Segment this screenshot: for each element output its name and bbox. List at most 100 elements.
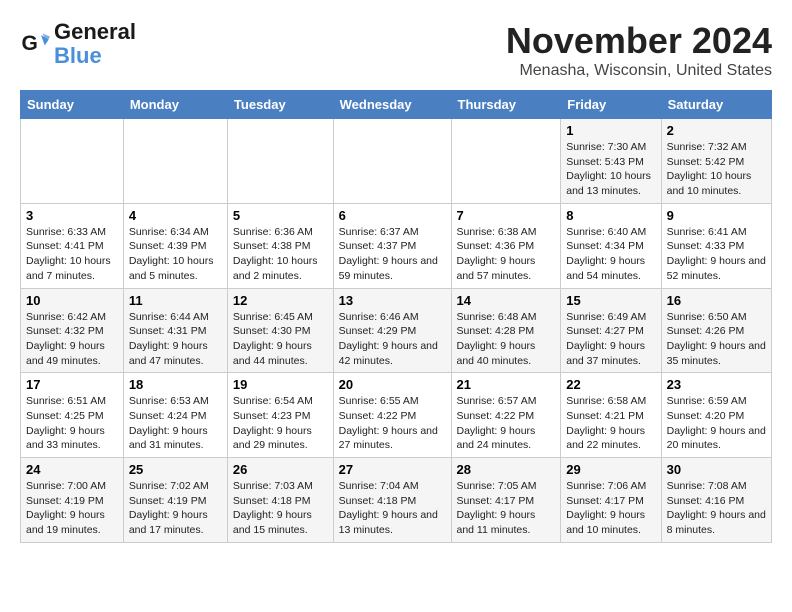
calendar-cell: 12 Sunrise: 6:45 AM Sunset: 4:30 PM Dayli… (227, 288, 333, 373)
day-info: Sunrise: 6:33 AM Sunset: 4:41 PM Dayligh… (26, 225, 118, 284)
day-info: Sunrise: 7:00 AM Sunset: 4:19 PM Dayligh… (26, 479, 118, 538)
day-info: Sunrise: 6:42 AM Sunset: 4:32 PM Dayligh… (26, 310, 118, 369)
day-number: 1 (566, 123, 655, 138)
day-number: 10 (26, 293, 118, 308)
calendar-cell: 11 Sunrise: 6:44 AM Sunset: 4:31 PM Dayli… (123, 288, 227, 373)
day-info: Sunrise: 6:53 AM Sunset: 4:24 PM Dayligh… (129, 394, 222, 453)
day-number: 26 (233, 462, 328, 477)
day-info: Sunrise: 6:36 AM Sunset: 4:38 PM Dayligh… (233, 225, 328, 284)
day-info: Sunrise: 6:58 AM Sunset: 4:21 PM Dayligh… (566, 394, 655, 453)
calendar-cell: 6Sunrise: 6:37 AM Sunset: 4:37 PM Daylig… (333, 203, 451, 288)
calendar-cell: 7Sunrise: 6:38 AM Sunset: 4:36 PM Daylig… (451, 203, 561, 288)
day-number: 21 (457, 377, 556, 392)
day-number: 17 (26, 377, 118, 392)
calendar-cell (21, 119, 124, 204)
calendar-cell: 23Sunrise: 6:59 AM Sunset: 4:20 PM Dayli… (661, 373, 771, 458)
day-number: 20 (339, 377, 446, 392)
weekday-header-saturday: Saturday (661, 91, 771, 119)
day-info: Sunrise: 6:40 AM Sunset: 4:34 PM Dayligh… (566, 225, 655, 284)
day-info: Sunrise: 6:57 AM Sunset: 4:22 PM Dayligh… (457, 394, 556, 453)
day-info: Sunrise: 6:44 AM Sunset: 4:31 PM Dayligh… (129, 310, 222, 369)
location-subtitle: Menasha, Wisconsin, United States (506, 62, 772, 80)
weekday-header-thursday: Thursday (451, 91, 561, 119)
weekday-header-friday: Friday (561, 91, 661, 119)
svg-text:G: G (22, 32, 38, 55)
calendar-cell: 1 Sunrise: 7:30 AM Sunset: 5:43 PM Daylig… (561, 119, 661, 204)
day-number: 24 (26, 462, 118, 477)
day-number: 12 (233, 293, 328, 308)
calendar-cell: 27 Sunrise: 7:04 AM Sunset: 4:18 PM Dayli… (333, 458, 451, 543)
logo-icon: G (20, 29, 50, 59)
calendar-cell: 19 Sunrise: 6:54 AM Sunset: 4:23 PM Dayli… (227, 373, 333, 458)
calendar-week-row: 3Sunrise: 6:33 AM Sunset: 4:41 PM Daylig… (21, 203, 772, 288)
day-info: Sunrise: 7:08 AM Sunset: 4:16 PM Dayligh… (667, 479, 766, 538)
day-info: Sunrise: 7:32 AM Sunset: 5:42 PM Dayligh… (667, 140, 766, 199)
day-info: Sunrise: 6:46 AM Sunset: 4:29 PM Dayligh… (339, 310, 446, 369)
day-info: Sunrise: 6:49 AM Sunset: 4:27 PM Dayligh… (566, 310, 655, 369)
calendar-cell (123, 119, 227, 204)
title-area: November 2024 Menasha, Wisconsin, United… (506, 20, 772, 80)
calendar-week-row: 17 Sunrise: 6:51 AM Sunset: 4:25 PM Dayli… (21, 373, 772, 458)
day-number: 15 (566, 293, 655, 308)
calendar-cell: 16 Sunrise: 6:50 AM Sunset: 4:26 PM Dayli… (661, 288, 771, 373)
calendar-cell: 3Sunrise: 6:33 AM Sunset: 4:41 PM Daylig… (21, 203, 124, 288)
calendar-cell: 20Sunrise: 6:55 AM Sunset: 4:22 PM Dayli… (333, 373, 451, 458)
calendar-cell: 18Sunrise: 6:53 AM Sunset: 4:24 PM Dayli… (123, 373, 227, 458)
page-header: G GeneralBlue November 2024 Menasha, Wis… (20, 20, 772, 80)
calendar-cell: 25Sunrise: 7:02 AM Sunset: 4:19 PM Dayli… (123, 458, 227, 543)
calendar-cell: 10 Sunrise: 6:42 AM Sunset: 4:32 PM Dayli… (21, 288, 124, 373)
day-info: Sunrise: 7:04 AM Sunset: 4:18 PM Dayligh… (339, 479, 446, 538)
day-info: Sunrise: 6:45 AM Sunset: 4:30 PM Dayligh… (233, 310, 328, 369)
logo: G GeneralBlue (20, 20, 136, 68)
calendar-cell: 15 Sunrise: 6:49 AM Sunset: 4:27 PM Dayli… (561, 288, 661, 373)
day-number: 19 (233, 377, 328, 392)
day-info: Sunrise: 6:41 AM Sunset: 4:33 PM Dayligh… (667, 225, 766, 284)
day-number: 7 (457, 208, 556, 223)
day-info: Sunrise: 6:37 AM Sunset: 4:37 PM Dayligh… (339, 225, 446, 284)
calendar-cell: 5 Sunrise: 6:36 AM Sunset: 4:38 PM Daylig… (227, 203, 333, 288)
day-number: 14 (457, 293, 556, 308)
day-number: 4 (129, 208, 222, 223)
day-number: 13 (339, 293, 446, 308)
weekday-header-monday: Monday (123, 91, 227, 119)
calendar-week-row: 24 Sunrise: 7:00 AM Sunset: 4:19 PM Dayli… (21, 458, 772, 543)
weekday-header-tuesday: Tuesday (227, 91, 333, 119)
calendar-cell: 14Sunrise: 6:48 AM Sunset: 4:28 PM Dayli… (451, 288, 561, 373)
day-number: 29 (566, 462, 655, 477)
day-info: Sunrise: 6:50 AM Sunset: 4:26 PM Dayligh… (667, 310, 766, 369)
day-number: 11 (129, 293, 222, 308)
calendar-cell: 17 Sunrise: 6:51 AM Sunset: 4:25 PM Dayli… (21, 373, 124, 458)
day-number: 25 (129, 462, 222, 477)
calendar-week-row: 10 Sunrise: 6:42 AM Sunset: 4:32 PM Dayli… (21, 288, 772, 373)
calendar-cell: 8 Sunrise: 6:40 AM Sunset: 4:34 PM Daylig… (561, 203, 661, 288)
day-info: Sunrise: 6:54 AM Sunset: 4:23 PM Dayligh… (233, 394, 328, 453)
weekday-header-wednesday: Wednesday (333, 91, 451, 119)
month-title: November 2024 (506, 20, 772, 62)
calendar-cell: 29 Sunrise: 7:06 AM Sunset: 4:17 PM Dayli… (561, 458, 661, 543)
calendar-cell: 4Sunrise: 6:34 AM Sunset: 4:39 PM Daylig… (123, 203, 227, 288)
day-info: Sunrise: 7:30 AM Sunset: 5:43 PM Dayligh… (566, 140, 655, 199)
calendar-cell: 9 Sunrise: 6:41 AM Sunset: 4:33 PM Daylig… (661, 203, 771, 288)
day-info: Sunrise: 7:06 AM Sunset: 4:17 PM Dayligh… (566, 479, 655, 538)
day-info: Sunrise: 6:51 AM Sunset: 4:25 PM Dayligh… (26, 394, 118, 453)
calendar-cell: 30 Sunrise: 7:08 AM Sunset: 4:16 PM Dayli… (661, 458, 771, 543)
calendar-cell: 22 Sunrise: 6:58 AM Sunset: 4:21 PM Dayli… (561, 373, 661, 458)
day-number: 2 (667, 123, 766, 138)
day-number: 28 (457, 462, 556, 477)
calendar-cell (451, 119, 561, 204)
day-number: 8 (566, 208, 655, 223)
day-number: 16 (667, 293, 766, 308)
day-info: Sunrise: 7:03 AM Sunset: 4:18 PM Dayligh… (233, 479, 328, 538)
calendar-table: SundayMondayTuesdayWednesdayThursdayFrid… (20, 90, 772, 543)
day-number: 9 (667, 208, 766, 223)
logo-text: GeneralBlue (54, 20, 136, 68)
calendar-cell (227, 119, 333, 204)
day-info: Sunrise: 6:59 AM Sunset: 4:20 PM Dayligh… (667, 394, 766, 453)
day-number: 22 (566, 377, 655, 392)
calendar-cell: 24 Sunrise: 7:00 AM Sunset: 4:19 PM Dayli… (21, 458, 124, 543)
day-number: 27 (339, 462, 446, 477)
calendar-cell: 28Sunrise: 7:05 AM Sunset: 4:17 PM Dayli… (451, 458, 561, 543)
day-number: 5 (233, 208, 328, 223)
calendar-cell: 13 Sunrise: 6:46 AM Sunset: 4:29 PM Dayli… (333, 288, 451, 373)
day-number: 30 (667, 462, 766, 477)
